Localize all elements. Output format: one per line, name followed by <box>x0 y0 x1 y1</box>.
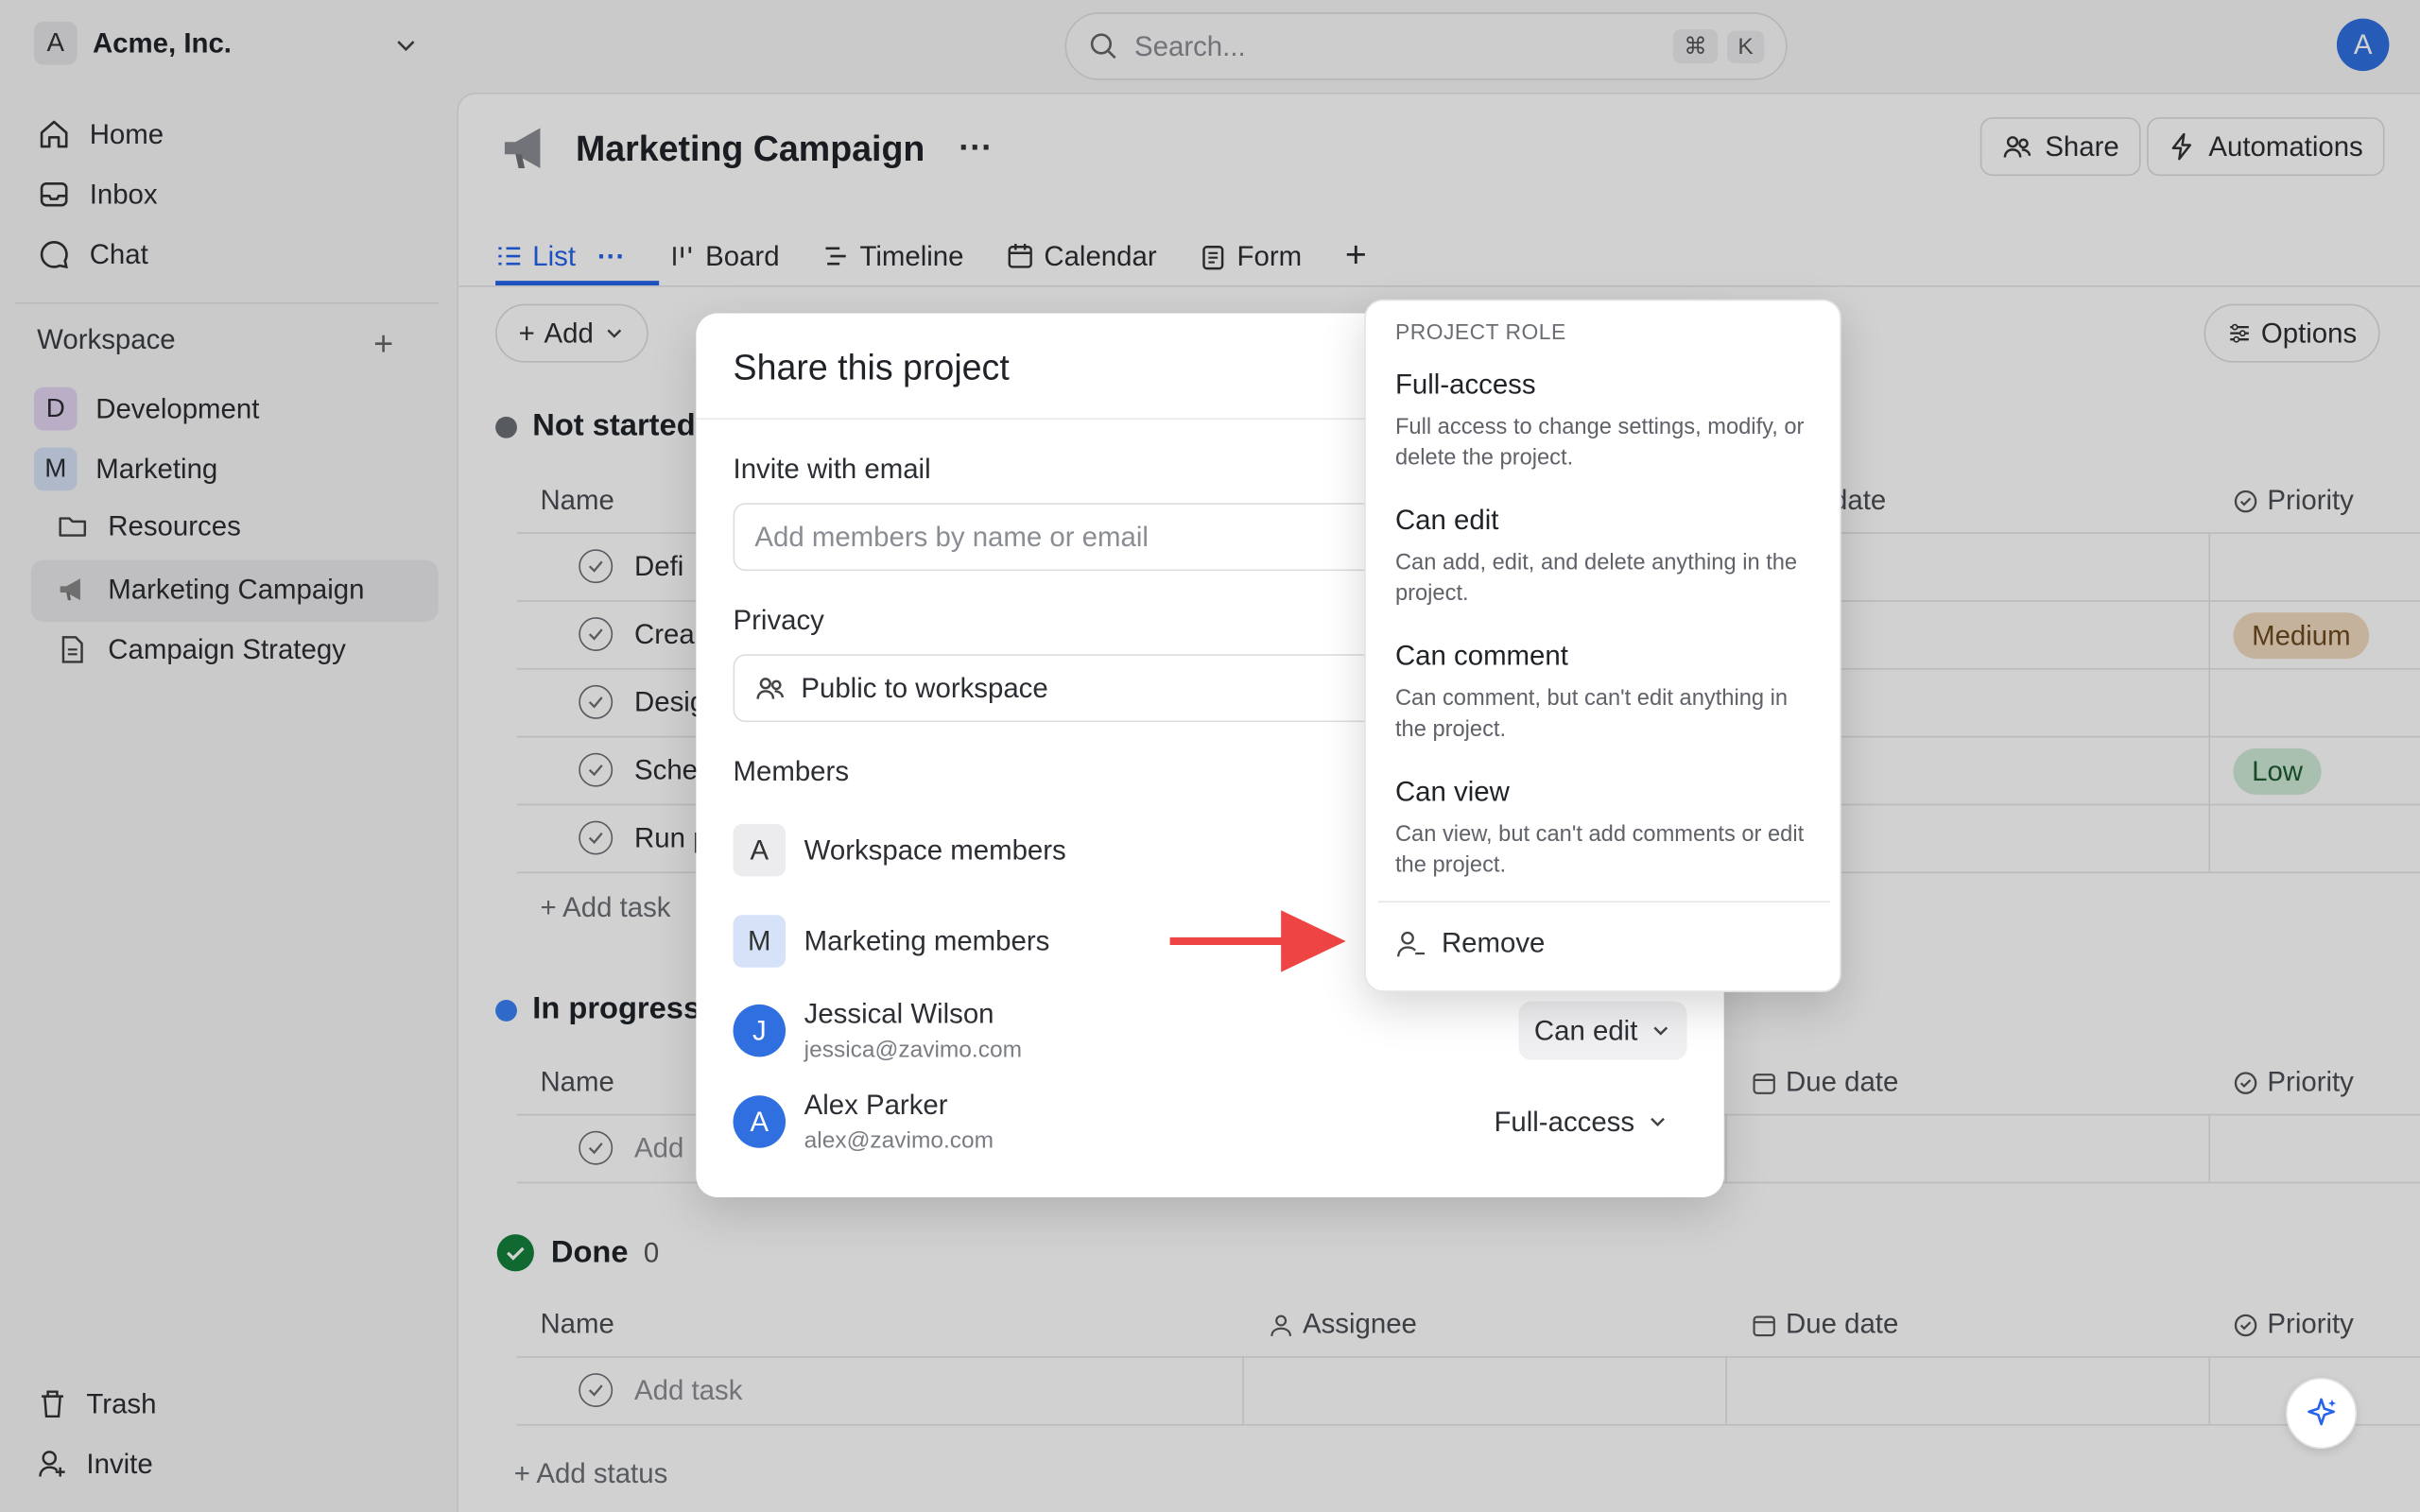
chevron-down-icon <box>1650 1020 1671 1041</box>
role-option-can-comment[interactable]: Can comment Can comment, but can't edit … <box>1395 641 1820 746</box>
option-title: Can edit <box>1394 504 1499 536</box>
members-label: Members <box>733 756 850 787</box>
project-role-menu: PROJECT ROLE Full-access Full access to … <box>1364 299 1841 992</box>
member-badge: M <box>733 915 786 968</box>
role-value: Full-access <box>1494 1105 1635 1137</box>
remove-member-button[interactable]: Remove <box>1395 927 1545 959</box>
member-email: alex@zavimo.com <box>804 1127 994 1155</box>
option-title: Full-access <box>1394 369 1536 400</box>
menu-divider <box>1378 901 1831 903</box>
menu-header: PROJECT ROLE <box>1394 318 1566 345</box>
role-option-can-view[interactable]: Can view Can view, but can't add comment… <box>1395 776 1820 881</box>
member-row: M Marketing members <box>733 915 1050 968</box>
role-dropdown[interactable]: Can edit <box>1518 1001 1687 1060</box>
member-name: Alex Parker <box>804 1089 948 1121</box>
sparkle-icon <box>2303 1395 2340 1432</box>
avatar: A <box>733 1095 786 1148</box>
option-description: Can comment, but can't edit anything in … <box>1394 686 1789 743</box>
role-option-can-edit[interactable]: Can edit Can add, edit, and delete anyth… <box>1395 505 1820 610</box>
role-dropdown[interactable]: Full-access <box>1478 1092 1684 1151</box>
member-row: A Alex Parker alex@zavimo.com <box>733 1089 994 1155</box>
chevron-down-icon <box>1647 1111 1668 1133</box>
user-minus-icon <box>1395 928 1426 959</box>
privacy-label: Privacy <box>733 605 824 636</box>
option-description: Can view, but can't add comments or edit… <box>1394 822 1805 879</box>
annotation-arrow <box>1167 907 1349 975</box>
avatar: J <box>733 1004 786 1057</box>
privacy-value: Public to workspace <box>801 672 1048 703</box>
option-description: Full access to change settings, modify, … <box>1394 415 1805 471</box>
member-name: Marketing members <box>804 924 1050 956</box>
member-name: Jessical Wilson <box>804 998 994 1030</box>
remove-label: Remove <box>1441 927 1546 958</box>
ai-assistant-button[interactable] <box>2286 1378 2358 1450</box>
member-name: Workspace members <box>804 833 1066 866</box>
role-value: Can edit <box>1533 1014 1638 1046</box>
member-row: A Workspace members <box>733 823 1066 877</box>
member-row: J Jessical Wilson jessica@zavimo.com <box>733 998 1023 1063</box>
member-email: jessica@zavimo.com <box>804 1037 1023 1063</box>
dialog-title: Share this project <box>733 347 1010 387</box>
option-title: Can view <box>1394 776 1510 807</box>
users-icon <box>754 673 786 704</box>
option-title: Can comment <box>1394 640 1568 672</box>
option-description: Can add, edit, and delete anything in th… <box>1394 550 1798 607</box>
member-badge: A <box>733 823 786 877</box>
role-option-full-access[interactable]: Full-access Full access to change settin… <box>1395 369 1820 473</box>
invite-label: Invite with email <box>733 454 931 485</box>
